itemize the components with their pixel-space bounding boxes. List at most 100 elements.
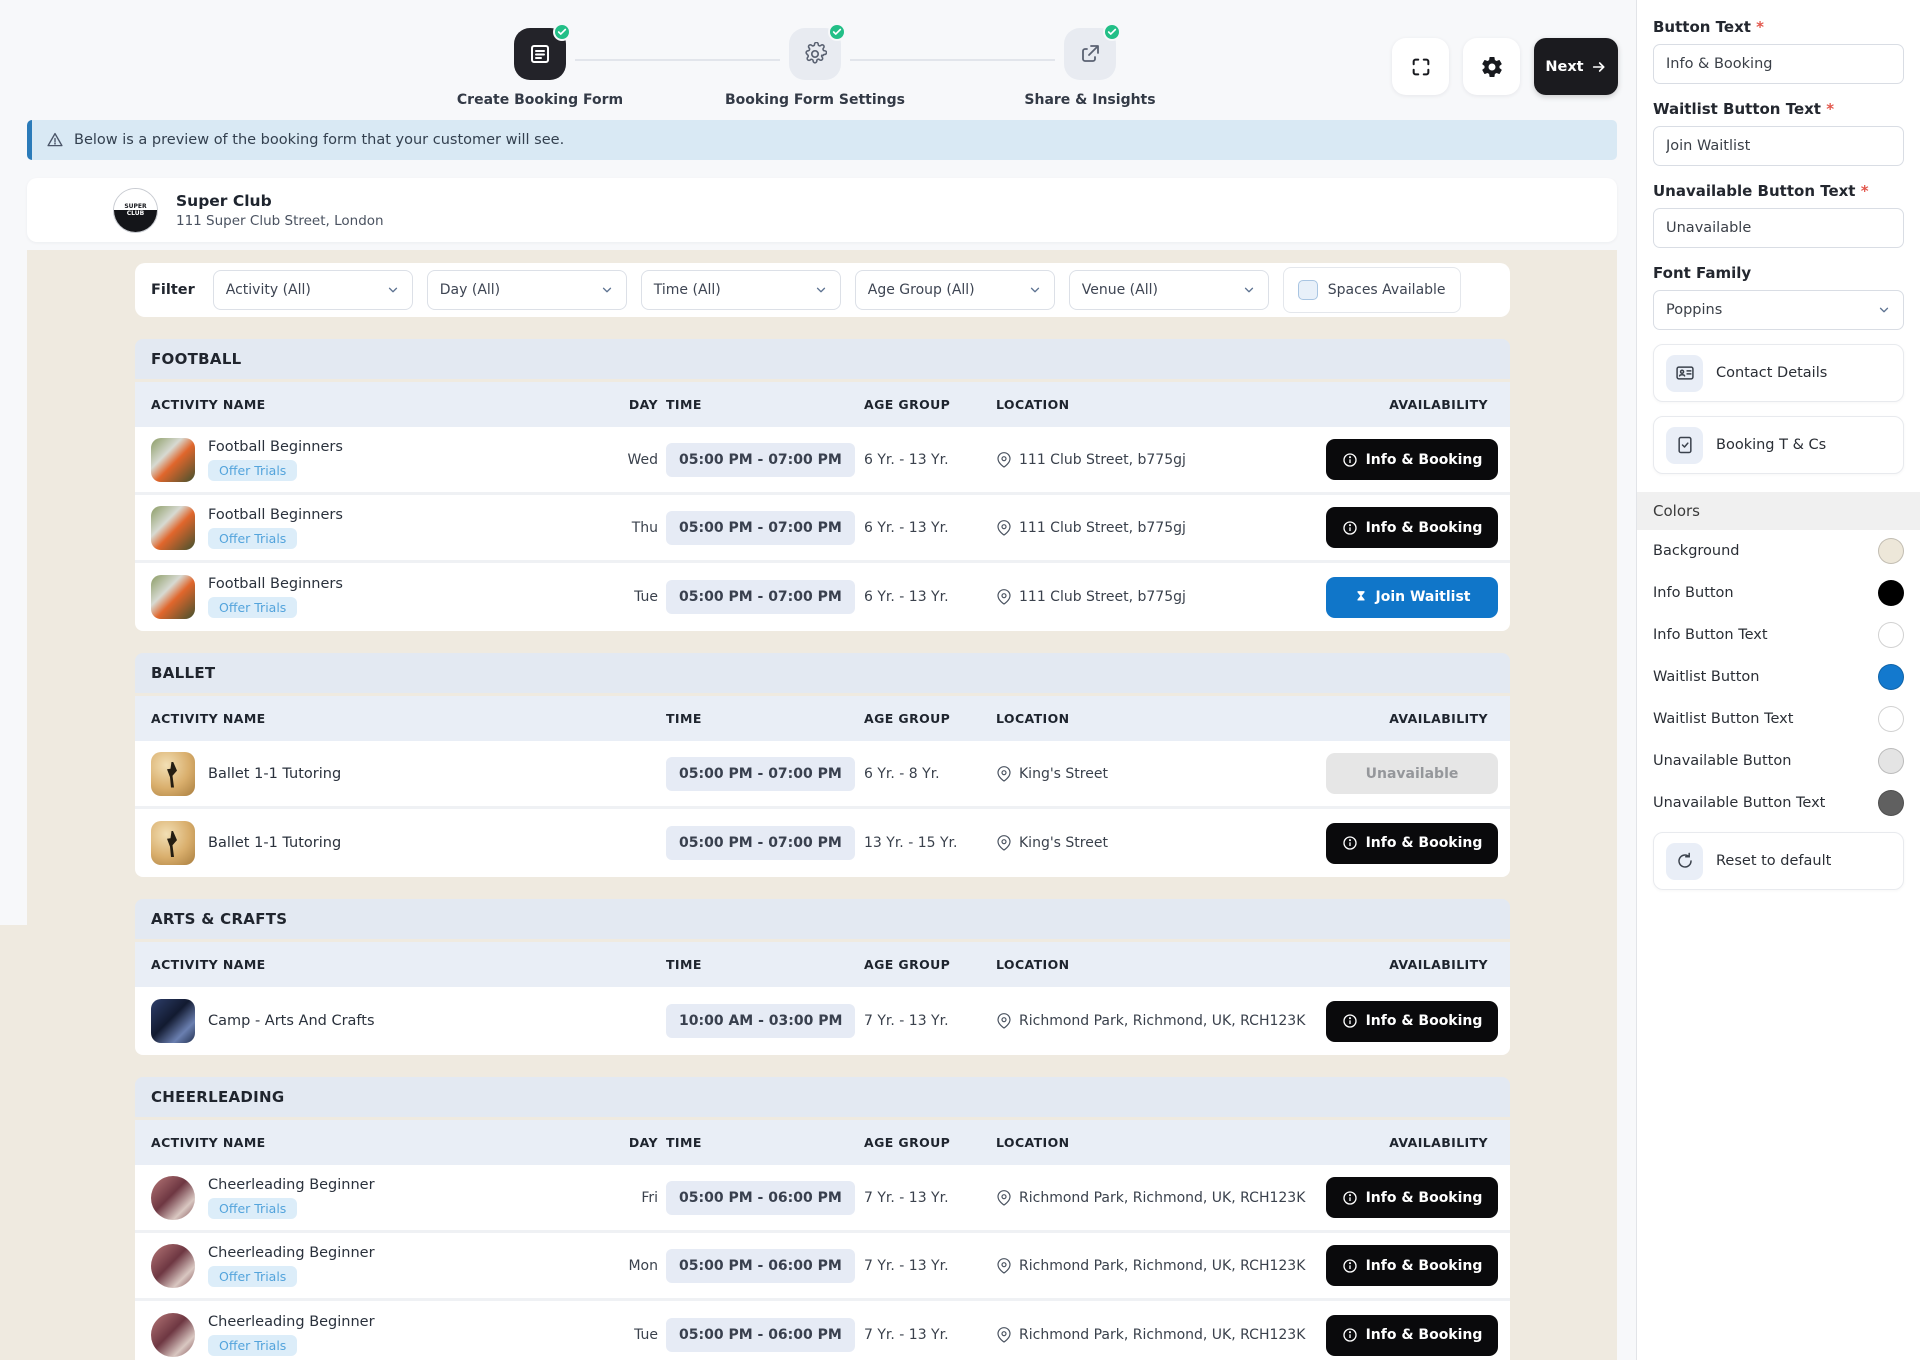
table-row: Ballet 1-1 Tutoring 05:00 PM - 07:00 PM … [135, 809, 1510, 877]
info-booking-button[interactable]: Info & Booking [1326, 1245, 1498, 1286]
venue-filter-dropdown[interactable]: Venue (All) [1068, 270, 1269, 310]
step-create-booking-form[interactable]: Create Booking Form [430, 23, 650, 108]
availability-label: Unavailable [1365, 765, 1459, 782]
join-waitlist-button[interactable]: Join Waitlist [1326, 576, 1498, 618]
activity-filter-dropdown[interactable]: Activity (All) [212, 270, 413, 310]
col-age-group: AGE GROUP [864, 397, 951, 412]
spaces-available-checkbox[interactable] [1297, 280, 1318, 300]
spaces-available-label: Spaces Available [1327, 282, 1446, 298]
day-value: Wed [627, 451, 658, 468]
col-location: LOCATION [996, 957, 1070, 972]
dropdown-value: Venue (All) [1081, 282, 1158, 298]
info-booking-button[interactable]: Info & Booking [1326, 822, 1498, 864]
check-badge-icon [828, 23, 846, 41]
booking-tcs-button[interactable]: Booking T & Cs [1653, 416, 1904, 474]
info-icon [1342, 1014, 1357, 1028]
form-icon [514, 23, 571, 80]
activity-name: Football Beginners [208, 506, 343, 523]
col-time: TIME [666, 397, 702, 412]
table-header: ACTIVITY NAME DAY TIME AGE GROUP LOCATIO… [135, 1120, 1510, 1165]
time-chip: 05:00 PM - 06:00 PM [666, 1318, 855, 1352]
location-value: King's Street [1019, 765, 1108, 782]
color-row-unavailable-button-text: Unavailable Button Text [1653, 782, 1904, 824]
info-booking-button[interactable]: Info & Booking [1326, 1000, 1498, 1042]
col-day: DAY [628, 1135, 658, 1150]
booking-form-preview: Filter Activity (All) Day (All) Time (Al… [27, 250, 1617, 1360]
info-booking-button[interactable]: Info & Booking [1326, 439, 1498, 480]
info-icon [1342, 1258, 1357, 1273]
table-header: ACTIVITY NAME TIME AGE GROUP LOCATION AV… [135, 696, 1510, 741]
color-row-info-button-text: Info Button Text [1653, 614, 1904, 656]
waitlist-button-text-input[interactable] [1653, 126, 1904, 166]
availability-label: Info & Booking [1365, 1013, 1483, 1029]
color-label: Info Button [1653, 585, 1734, 601]
location-pin-icon [997, 451, 1011, 468]
availability-label: Info & Booking [1365, 1327, 1483, 1343]
warning-icon [47, 132, 63, 147]
check-badge-icon [553, 23, 571, 41]
col-availability: AVAILABILITY [1389, 957, 1488, 972]
waitlist-button-color-swatch[interactable] [1878, 664, 1904, 690]
availability-label: Info & Booking [1365, 451, 1483, 468]
step-booking-form-settings[interactable]: Booking Form Settings [705, 23, 925, 108]
unavailable-button-text-color-swatch[interactable] [1878, 790, 1904, 816]
fullscreen-button[interactable] [1392, 38, 1449, 95]
button-text-label: Button Text * [1653, 18, 1765, 36]
arrow-right-icon [1592, 61, 1605, 72]
time-filter-dropdown[interactable]: Time (All) [640, 270, 841, 310]
color-label: Waitlist Button [1653, 669, 1760, 685]
col-availability: AVAILABILITY [1389, 711, 1488, 726]
table-header: ACTIVITY NAME TIME AGE GROUP LOCATION AV… [135, 942, 1510, 987]
reset-label: Reset to default [1716, 853, 1832, 869]
color-row-background: Background [1653, 530, 1904, 572]
section-ballet: BALLET ACTIVITY NAME TIME AGE GROUP LOCA… [135, 653, 1510, 877]
activity-name: Football Beginners [208, 576, 343, 592]
step-label: Booking Form Settings [725, 92, 905, 108]
club-name: Super Club [176, 191, 272, 210]
time-chip: 05:00 PM - 07:00 PM [666, 580, 855, 614]
reset-to-default-button[interactable]: Reset to default [1653, 832, 1904, 890]
button-text-input[interactable] [1653, 44, 1904, 84]
col-availability: AVAILABILITY [1389, 397, 1488, 412]
contact-details-button[interactable]: Contact Details [1653, 344, 1904, 402]
settings-gear-button[interactable] [1463, 38, 1520, 95]
background-color-swatch[interactable] [1878, 538, 1904, 564]
offer-trials-badge: Offer Trials [208, 1265, 298, 1287]
dropdown-value: Day (All) [439, 282, 501, 298]
activity-name: Cheerleading Beginner [208, 1176, 375, 1193]
time-chip: 10:00 AM - 03:00 PM [666, 1004, 856, 1038]
next-button[interactable]: Next [1534, 38, 1618, 95]
activity-thumbnail [151, 505, 195, 550]
age-group-value: 13 Yr. - 15 Yr. [864, 835, 958, 851]
offer-trials-badge: Offer Trials [208, 459, 298, 481]
settings-sidebar: Button Text * Waitlist Button Text * Una… [1636, 0, 1920, 1360]
dropdown-value: Activity (All) [225, 282, 311, 298]
unavailable-button-text-input[interactable] [1653, 208, 1904, 248]
col-location: LOCATION [996, 711, 1070, 726]
day-value: Tue [634, 1327, 658, 1343]
step-share-insights[interactable]: Share & Insights [980, 23, 1200, 108]
day-value: Mon [628, 1257, 658, 1274]
info-booking-button[interactable]: Info & Booking [1326, 1177, 1498, 1218]
info-booking-button[interactable]: Info & Booking [1326, 507, 1498, 548]
font-family-select[interactable]: Poppins [1653, 290, 1904, 330]
info-button-text-color-swatch[interactable] [1878, 622, 1904, 648]
section-title: BALLET [135, 653, 1510, 693]
waitlist-button-text-color-swatch[interactable] [1878, 706, 1904, 732]
age-group-value: 6 Yr. - 13 Yr. [864, 589, 949, 605]
time-chip: 05:00 PM - 06:00 PM [666, 1248, 855, 1283]
age-group-filter-dropdown[interactable]: Age Group (All) [854, 270, 1055, 310]
info-booking-button[interactable]: Info & Booking [1326, 1314, 1498, 1356]
info-button-color-swatch[interactable] [1878, 580, 1904, 606]
day-filter-dropdown[interactable]: Day (All) [426, 270, 627, 310]
time-chip: 05:00 PM - 07:00 PM [666, 442, 855, 477]
time-chip: 05:00 PM - 07:00 PM [666, 826, 855, 860]
preview-background [0, 925, 27, 1360]
col-location: LOCATION [996, 397, 1070, 412]
day-value: Fri [641, 1189, 658, 1206]
spaces-available-toggle[interactable]: Spaces Available [1282, 267, 1461, 313]
unavailable-button-color-swatch[interactable] [1878, 748, 1904, 774]
chevron-down-icon [1879, 307, 1889, 313]
offer-trials-badge: Offer Trials [208, 1335, 298, 1356]
page: Create Booking Form Booking Form Setting… [0, 0, 1920, 1360]
